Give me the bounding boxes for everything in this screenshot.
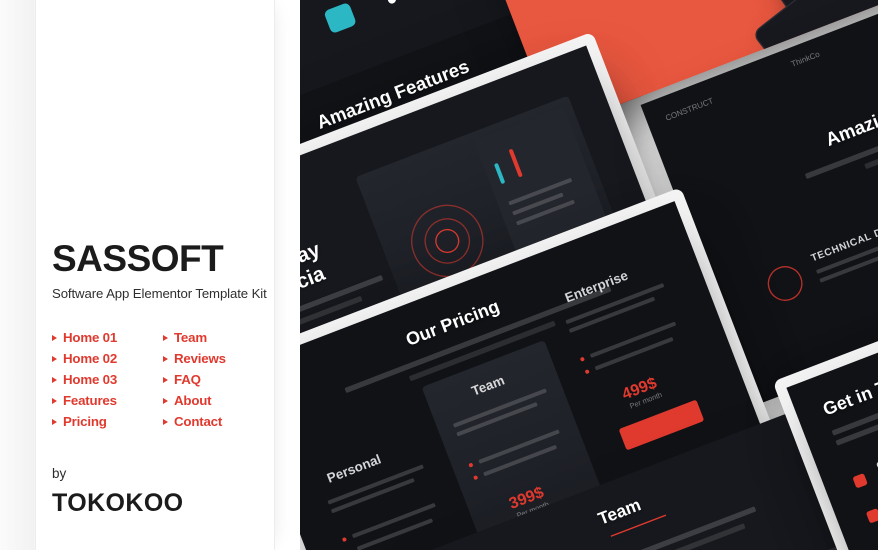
brand-block: SASSOFT Software App Elementor Template … xyxy=(52,238,267,301)
nav-link-team[interactable]: Team xyxy=(163,327,266,348)
triangle-right-icon xyxy=(52,418,57,425)
nav-link-label: Pricing xyxy=(63,414,107,429)
team-paragraph-line xyxy=(539,506,757,550)
nav-column-left: Home 01 Home 02 Home 03 Features Pricing xyxy=(52,327,155,432)
nav-link-label: FAQ xyxy=(174,372,201,387)
client-logo-label: CONSTRUCT xyxy=(664,97,715,124)
triangle-right-icon xyxy=(52,397,57,404)
left-panel-stage: SASSOFT Software App Elementor Template … xyxy=(0,0,300,550)
plan-desc-line xyxy=(452,388,547,428)
plan-name: Team xyxy=(469,373,507,400)
nav-link-home-03[interactable]: Home 03 xyxy=(52,369,155,390)
check-bullet-icon xyxy=(579,356,585,362)
hero-top-icon-tile xyxy=(323,1,357,35)
feature-icon xyxy=(762,261,808,307)
nav-link-label: Home 01 xyxy=(63,330,118,345)
pricing-title: Our Pricing xyxy=(402,295,503,350)
hero-top-dot xyxy=(386,0,398,5)
nav-link-label: Home 03 xyxy=(63,372,118,387)
author-block: by TOKOKOO xyxy=(52,466,184,518)
triangle-right-icon xyxy=(52,376,57,383)
check-bullet-icon xyxy=(468,462,474,468)
triangle-right-icon xyxy=(52,334,57,341)
triangle-right-icon xyxy=(163,334,168,341)
chart-label xyxy=(515,199,575,226)
author-by-label: by xyxy=(52,466,67,481)
team-title: Team xyxy=(595,494,644,529)
check-bullet-icon xyxy=(584,369,590,375)
plan-feature-line xyxy=(483,444,558,477)
nav-column-right: Team Reviews FAQ About Contact xyxy=(163,327,266,432)
page-title: SASSOFT xyxy=(52,238,224,279)
nav-link-home-01[interactable]: Home 01 xyxy=(52,327,155,348)
nav-link-label: Contact xyxy=(174,414,223,429)
triangle-right-icon xyxy=(163,397,168,404)
feature-item-label: TECHNICAL DRAWING xyxy=(809,209,878,265)
check-bullet-icon xyxy=(341,536,348,543)
mail-icon xyxy=(865,508,878,524)
phone-icon xyxy=(852,472,868,489)
nav-link-label: Reviews xyxy=(174,351,226,366)
info-card: SASSOFT Software App Elementor Template … xyxy=(35,0,275,550)
nav-link-home-02[interactable]: Home 02 xyxy=(52,348,155,369)
contact-title: Get in Touch xyxy=(820,361,878,420)
mockup-collage: Plan Your Day With Financia Amazing Feat… xyxy=(268,0,878,550)
plan-feature-line xyxy=(356,518,434,550)
check-bullet-icon xyxy=(473,475,479,481)
mockup-group: Plan Your Day With Financia Amazing Feat… xyxy=(268,0,878,550)
chart-bar xyxy=(508,148,523,178)
triangle-right-icon xyxy=(163,376,168,383)
nav-link-reviews[interactable]: Reviews xyxy=(163,348,266,369)
nav-link-pricing[interactable]: Pricing xyxy=(52,411,155,432)
client-logo-label: ThinkCo xyxy=(790,51,822,70)
nav-link-label: Features xyxy=(63,393,117,408)
chart-bar xyxy=(493,162,506,185)
author-name: TOKOKOO xyxy=(52,489,184,517)
page-subtitle: Software App Elementor Template Kit xyxy=(52,286,267,301)
triangle-right-icon xyxy=(163,355,168,362)
nav-link-label: About xyxy=(174,393,212,408)
amazing-features-right-title: Amazing Features xyxy=(822,72,878,151)
nav-link-contact[interactable]: Contact xyxy=(163,411,266,432)
plan-feature-line xyxy=(594,336,674,371)
nav-link-faq[interactable]: FAQ xyxy=(163,369,266,390)
triangle-right-icon xyxy=(52,355,57,362)
triangle-right-icon xyxy=(163,418,168,425)
nav-link-features[interactable]: Features xyxy=(52,390,155,411)
nav-link-about[interactable]: About xyxy=(163,390,266,411)
nav-link-label: Team xyxy=(174,330,207,345)
nav-link-label: Home 02 xyxy=(63,351,118,366)
nav-links: Home 01 Home 02 Home 03 Features Pricing xyxy=(52,327,266,432)
